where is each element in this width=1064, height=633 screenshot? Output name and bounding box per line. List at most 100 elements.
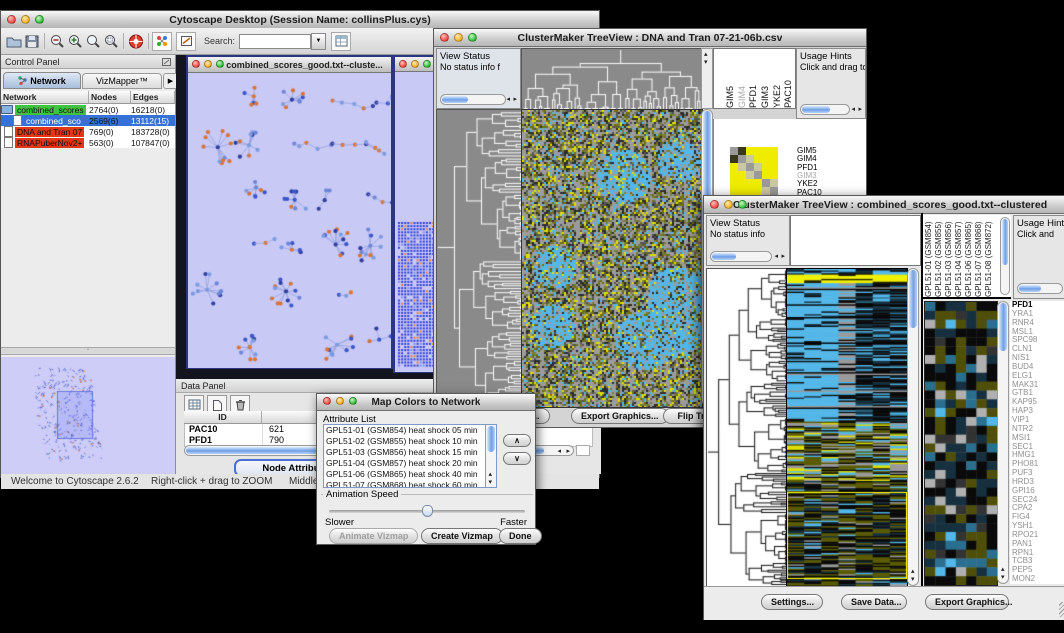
- col-nodes[interactable]: Nodes: [89, 91, 131, 104]
- network-list-row[interactable]: combined_scores2764(0)16218(0): [1, 104, 175, 115]
- tv1-heatmap[interactable]: [521, 109, 703, 408]
- create-vizmap-button[interactable]: Create Vizmap: [421, 528, 503, 544]
- col-edges[interactable]: Edges: [131, 91, 175, 104]
- treeview-dna-titlebar[interactable]: ClusterMaker TreeView : DNA and Tran 07-…: [434, 29, 866, 47]
- column-label: GPL51-03 (GSM856): [945, 215, 954, 297]
- tv2-heatmap[interactable]: [786, 268, 908, 588]
- tv1-column-dendrogram[interactable]: [521, 48, 703, 111]
- col-network[interactable]: Network: [1, 91, 89, 104]
- mini-heatmap-cell: [770, 155, 778, 163]
- network-nodes: 563(0): [89, 138, 131, 148]
- tv2-settings-button[interactable]: Settings...: [761, 594, 823, 610]
- close-icon[interactable]: [192, 60, 200, 68]
- close-icon[interactable]: [710, 200, 719, 209]
- tv1-col-scroll[interactable]: ▴ ▾: [701, 48, 713, 109]
- search-input[interactable]: [239, 34, 311, 49]
- network-list-row[interactable]: DNA and Tran 07769(0)183728(0): [1, 126, 175, 137]
- annotation-icon[interactable]: [176, 32, 196, 51]
- minimize-icon[interactable]: [411, 60, 419, 68]
- close-icon[interactable]: [440, 33, 449, 42]
- float-panel-icon[interactable]: [162, 53, 171, 71]
- scroll-left-icon[interactable]: ◂: [557, 448, 561, 455]
- zoom-in-icon[interactable]: [66, 33, 84, 50]
- minimize-icon[interactable]: [336, 397, 344, 405]
- zoom-icon[interactable]: [216, 60, 224, 68]
- minimize-icon[interactable]: [204, 60, 212, 68]
- column-label: GPL51-02 (GSM855): [935, 215, 944, 297]
- open-file-icon[interactable]: [5, 33, 23, 50]
- save-icon[interactable]: [23, 33, 41, 50]
- data-col-id[interactable]: ID: [184, 411, 262, 424]
- zoom-fit-icon[interactable]: [102, 33, 120, 50]
- search-dropdown-icon[interactable]: ▼: [311, 33, 326, 50]
- zoom-selected-icon[interactable]: [84, 33, 102, 50]
- network-list-row[interactable]: RNAPuberNov2+563(0)107847(0): [1, 137, 175, 148]
- tv2-status-hscroll[interactable]: [710, 251, 772, 262]
- treeview-combined-titlebar[interactable]: ClusterMaker TreeView : combined_scores_…: [704, 196, 1064, 214]
- tv2-zoom-heatmap[interactable]: [924, 301, 998, 586]
- tv2-row-dendrogram[interactable]: [706, 268, 788, 588]
- attribute-listbox[interactable]: GPL51-01 (GSM854) heat shock 05 minGPL51…: [323, 424, 497, 488]
- control-panel-title: Control Panel: [5, 57, 60, 67]
- tv2-collabel-vscroll[interactable]: [1000, 217, 1010, 295]
- tv1-hints-hscroll[interactable]: [800, 104, 850, 115]
- attribute-list-item[interactable]: GPL51-07 (GSM868) heat shock 60 min: [324, 480, 485, 488]
- network-view-icon[interactable]: [152, 32, 172, 51]
- close-icon[interactable]: [7, 15, 16, 24]
- tv1-row-dendrogram[interactable]: [436, 109, 523, 408]
- done-button[interactable]: Done: [499, 528, 542, 544]
- tab-vizmapper[interactable]: VizMapper™: [82, 73, 162, 89]
- gene-label: BUD4: [1012, 363, 1064, 372]
- faster-label: Faster: [500, 517, 527, 528]
- gene-label: TCB3: [1012, 557, 1064, 566]
- tv1-status-hscroll[interactable]: [440, 94, 506, 105]
- tv2-save-data-button[interactable]: Save Data...: [841, 594, 907, 610]
- close-icon[interactable]: [399, 60, 407, 68]
- animate-vizmap-button[interactable]: Animate Vizmap: [329, 528, 418, 544]
- column-label: GPL51-08 (GSM872): [985, 215, 994, 297]
- zoom-out-icon[interactable]: [48, 33, 66, 50]
- move-up-button[interactable]: ∧: [503, 434, 531, 447]
- tv2-heat-vscroll[interactable]: ▴ ▾: [907, 268, 919, 586]
- zoom-icon[interactable]: [738, 200, 747, 209]
- move-down-button[interactable]: ∨: [503, 452, 531, 465]
- animation-speed-slider[interactable]: [329, 510, 525, 513]
- minimize-icon[interactable]: [21, 15, 30, 24]
- zoom-icon[interactable]: [468, 33, 477, 42]
- minimize-icon[interactable]: [454, 33, 463, 42]
- close-icon[interactable]: [323, 397, 331, 405]
- main-titlebar[interactable]: Cytoscape Desktop (Session Name: collins…: [1, 11, 599, 29]
- network-window-1[interactable]: combined_scores_good.txt--cluste...: [186, 55, 393, 369]
- gene-label: MAK31: [1012, 381, 1064, 390]
- slider-thumb-icon[interactable]: [422, 505, 433, 517]
- network-canvas[interactable]: [188, 73, 391, 368]
- gene-label: YRA1: [1012, 310, 1064, 319]
- help-icon[interactable]: [127, 33, 145, 50]
- resize-grip[interactable]: [1059, 602, 1064, 617]
- zoom-icon[interactable]: [35, 15, 44, 24]
- zoom-icon[interactable]: [423, 60, 431, 68]
- birdseye-view[interactable]: [1, 357, 175, 474]
- dialog-titlebar[interactable]: Map Colors to Network: [317, 394, 535, 411]
- zoom-icon[interactable]: [349, 397, 357, 405]
- scroll-right-icon[interactable]: ▸: [566, 448, 570, 455]
- tv2-export-graphics-button[interactable]: Export Graphics...: [925, 594, 1009, 610]
- attribute-list-item[interactable]: GPL51-02 (GSM855) heat shock 10 min: [324, 436, 485, 447]
- tv2-hints-hscroll[interactable]: [1017, 283, 1063, 294]
- network-list-row[interactable]: combined_sco2569(6)13112(15): [1, 115, 175, 126]
- panel-splitter[interactable]: •: [1, 347, 175, 355]
- attribute-browser-icon[interactable]: [331, 32, 351, 51]
- attribute-list-vscroll[interactable]: ▴ ▾: [485, 425, 496, 487]
- scroll-right-icon[interactable]: ▸: [513, 96, 517, 103]
- tv1-mini-heatmap[interactable]: [730, 147, 778, 195]
- tv2-gene-vscroll[interactable]: ▴ ▾: [997, 301, 1009, 584]
- attribute-list-item[interactable]: GPL51-06 (GSM865) heat shock 40 min: [324, 469, 485, 480]
- tab-network[interactable]: Network: [3, 72, 81, 89]
- scroll-left-icon[interactable]: ◂: [506, 96, 510, 103]
- minimize-icon[interactable]: [724, 200, 733, 209]
- attribute-list-item[interactable]: GPL51-01 (GSM854) heat shock 05 min: [324, 425, 485, 436]
- tv1-export-graphics-button[interactable]: Export Graphics...: [571, 408, 669, 424]
- attribute-list-item[interactable]: GPL51-03 (GSM856) heat shock 15 min: [324, 447, 485, 458]
- mini-heatmap-cell: [738, 187, 746, 195]
- attribute-list-item[interactable]: GPL51-04 (GSM857) heat shock 20 min: [324, 458, 485, 469]
